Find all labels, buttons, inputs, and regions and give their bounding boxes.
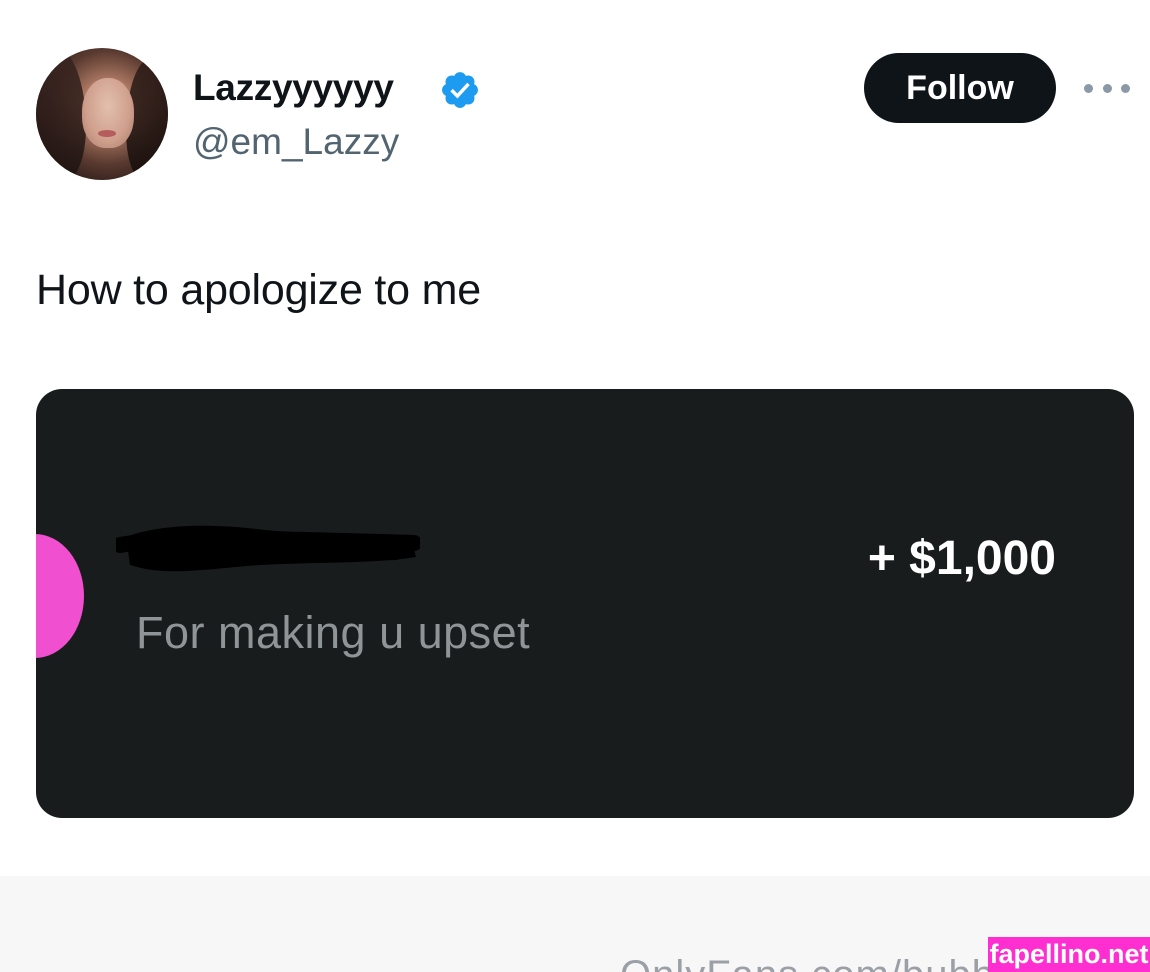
profile-avatar[interactable]	[36, 48, 168, 180]
payment-amount: + $1,000	[867, 532, 1056, 585]
follow-button[interactable]: Follow	[864, 53, 1056, 123]
footer-link-text: OnlyFans.com/bubb	[620, 950, 995, 972]
footer-area: OnlyFans.com/bubb	[0, 876, 1150, 972]
watermark: fapellino.net	[988, 937, 1150, 972]
display-name[interactable]: Lazzyyyyyy	[193, 64, 394, 112]
verified-badge-icon	[442, 72, 478, 108]
payment-memo: For making u upset	[136, 607, 531, 658]
more-dot	[1121, 83, 1130, 93]
avatar-lips	[98, 130, 116, 137]
tweet-text: How to apologize to me	[36, 266, 481, 314]
more-options-icon[interactable]	[1084, 76, 1130, 100]
sender-avatar	[36, 534, 84, 658]
more-dot	[1102, 83, 1112, 93]
user-handle[interactable]: @em_Lazzy	[193, 118, 399, 166]
tweet-card: Lazzyyyyyy @em_Lazzy Follow How to apolo…	[0, 0, 1150, 876]
redacted-name-scribble	[116, 525, 420, 572]
payment-screenshot-card[interactable]: For making u upset + $1,000	[36, 389, 1134, 818]
avatar-face	[82, 78, 134, 148]
avatar-hair-left	[36, 48, 86, 180]
more-dot	[1084, 83, 1093, 93]
